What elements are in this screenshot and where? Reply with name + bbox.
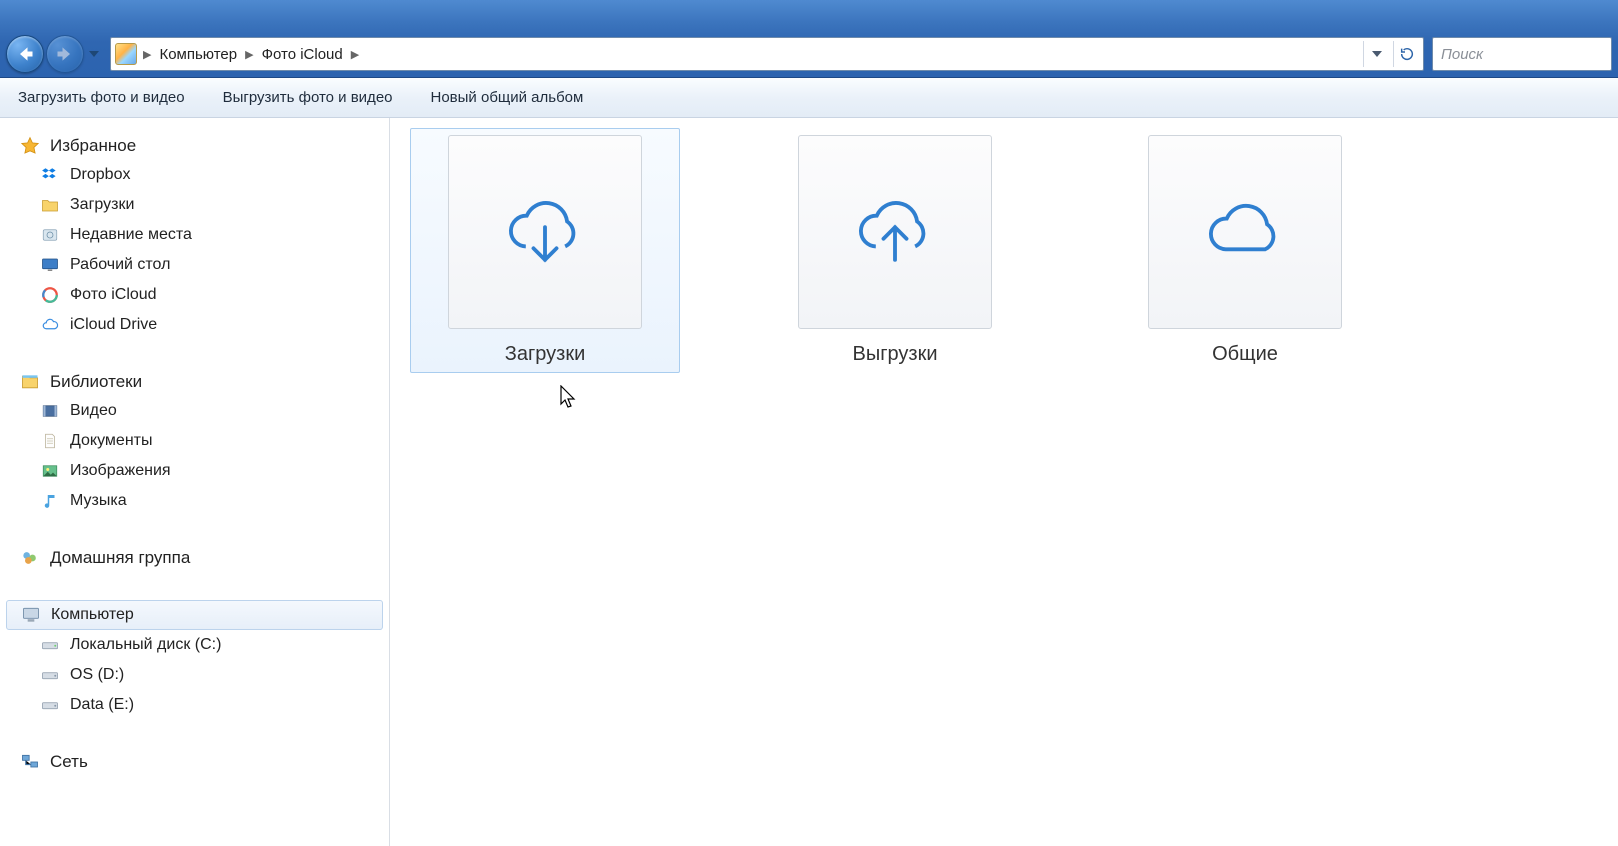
images-icon (40, 461, 60, 481)
nav-header-label: Компьютер (51, 606, 134, 624)
nav-group-favorites: Избранное Dropbox Загрузки Недавние мест… (0, 132, 389, 340)
sidebar-item-drive-e[interactable]: Data (E:) (0, 690, 389, 720)
nav-header-network[interactable]: Сеть (0, 748, 389, 776)
sidebar-item-icloud-photos[interactable]: Фото iCloud (0, 280, 389, 310)
cloud-icon (1197, 192, 1293, 272)
cmd-new-shared-album[interactable]: Новый общий альбом (431, 89, 584, 106)
address-dropdown[interactable] (1363, 41, 1389, 67)
folder-label: Общие (1117, 343, 1373, 366)
drive-icon (40, 635, 60, 655)
nav-item-label: Data (E:) (70, 696, 134, 714)
nav-item-label: Видео (70, 402, 117, 420)
sidebar-item-downloads[interactable]: Загрузки (0, 190, 389, 220)
breadcrumb-segment-computer[interactable]: Компьютер (153, 38, 243, 70)
nav-header-label: Избранное (50, 136, 136, 156)
nav-item-label: Рабочий стол (70, 256, 170, 274)
back-button[interactable] (6, 35, 44, 73)
nav-header-computer[interactable]: Компьютер (6, 600, 383, 630)
nav-history-dropdown[interactable] (86, 44, 102, 64)
recent-icon (40, 225, 60, 245)
music-icon (40, 491, 60, 511)
command-bar: Загрузить фото и видео Выгрузить фото и … (0, 78, 1618, 118)
location-icon (115, 43, 137, 65)
sidebar-item-drive-d[interactable]: OS (D:) (0, 660, 389, 690)
icloud-drive-icon (40, 315, 60, 335)
folder-thumb (448, 135, 642, 329)
search-input[interactable]: Поиск (1432, 37, 1612, 71)
nav-item-label: Dropbox (70, 166, 130, 184)
drive-icon (40, 695, 60, 715)
nav-group-libraries: Библиотеки Видео Документы Изображения М… (0, 368, 389, 516)
nav-header-homegroup[interactable]: Домашняя группа (0, 544, 389, 572)
nav-item-label: Документы (70, 432, 152, 450)
nav-header-label: Сеть (50, 752, 88, 772)
cloud-download-icon (497, 192, 593, 272)
documents-icon (40, 431, 60, 451)
nav-item-label: Музыка (70, 492, 127, 510)
forward-button[interactable] (46, 35, 84, 73)
nav-item-label: Локальный диск (C:) (70, 636, 221, 654)
breadcrumb-chevron-icon[interactable]: ▶ (141, 48, 153, 61)
homegroup-icon (20, 548, 40, 568)
content-pane[interactable]: Загрузки Выгрузки О (390, 118, 1618, 846)
folder-thumb (798, 135, 992, 329)
dropbox-icon (40, 165, 60, 185)
computer-icon (21, 605, 41, 625)
nav-item-label: OS (D:) (70, 666, 124, 684)
sidebar-item-desktop[interactable]: Рабочий стол (0, 250, 389, 280)
sidebar-item-music[interactable]: Музыка (0, 486, 389, 516)
cmd-download[interactable]: Загрузить фото и видео (18, 89, 185, 106)
nav-header-libraries[interactable]: Библиотеки (0, 368, 389, 396)
sidebar-item-images[interactable]: Изображения (0, 456, 389, 486)
nav-group-homegroup: Домашняя группа (0, 544, 389, 572)
breadcrumb-segment-icloud-photos[interactable]: Фото iCloud (256, 38, 349, 70)
cloud-upload-icon (847, 192, 943, 272)
folder-download-icon (40, 195, 60, 215)
cursor-icon (560, 385, 580, 411)
search-placeholder: Поиск (1441, 46, 1483, 63)
nav-item-label: Загрузки (70, 196, 134, 214)
nav-item-label: Недавние места (70, 226, 192, 244)
nav-header-label: Библиотеки (50, 372, 142, 392)
folder-thumb (1148, 135, 1342, 329)
main-area: Избранное Dropbox Загрузки Недавние мест… (0, 118, 1618, 846)
sidebar-item-icloud-drive[interactable]: iCloud Drive (0, 310, 389, 340)
nav-item-label: iCloud Drive (70, 316, 157, 334)
nav-group-network: Сеть (0, 748, 389, 776)
nav-item-label: Изображения (70, 462, 171, 480)
libraries-icon (20, 372, 40, 392)
nav-header-favorites[interactable]: Избранное (0, 132, 389, 160)
refresh-button[interactable] (1393, 41, 1419, 67)
sidebar-item-dropbox[interactable]: Dropbox (0, 160, 389, 190)
folder-tile-uploads[interactable]: Выгрузки (760, 128, 1030, 373)
folder-label: Выгрузки (767, 343, 1023, 366)
nav-group-computer: Компьютер Локальный диск (C:) OS (D:) Da… (0, 600, 389, 720)
sidebar-item-recent[interactable]: Недавние места (0, 220, 389, 250)
breadcrumb-chevron-icon[interactable]: ▶ (243, 48, 255, 61)
video-icon (40, 401, 60, 421)
sidebar-item-drive-c[interactable]: Локальный диск (C:) (0, 630, 389, 660)
cmd-upload[interactable]: Выгрузить фото и видео (223, 89, 393, 106)
network-icon (20, 752, 40, 772)
nav-buttons (6, 35, 102, 73)
icloud-photos-icon (40, 285, 60, 305)
navigation-sidebar: Избранное Dropbox Загрузки Недавние мест… (0, 118, 390, 846)
nav-item-label: Фото iCloud (70, 286, 157, 304)
sidebar-item-video[interactable]: Видео (0, 396, 389, 426)
drive-icon (40, 665, 60, 685)
desktop-icon (40, 255, 60, 275)
titlebar: ▶ Компьютер ▶ Фото iCloud ▶ Поиск (0, 0, 1618, 78)
folder-tile-shared[interactable]: Общие (1110, 128, 1380, 373)
nav-header-label: Домашняя группа (50, 548, 190, 568)
folder-label: Загрузки (417, 343, 673, 366)
breadcrumb-chevron-icon[interactable]: ▶ (349, 48, 361, 61)
sidebar-item-documents[interactable]: Документы (0, 426, 389, 456)
folder-tile-downloads[interactable]: Загрузки (410, 128, 680, 373)
address-bar[interactable]: ▶ Компьютер ▶ Фото iCloud ▶ (110, 37, 1424, 71)
star-icon (20, 136, 40, 156)
